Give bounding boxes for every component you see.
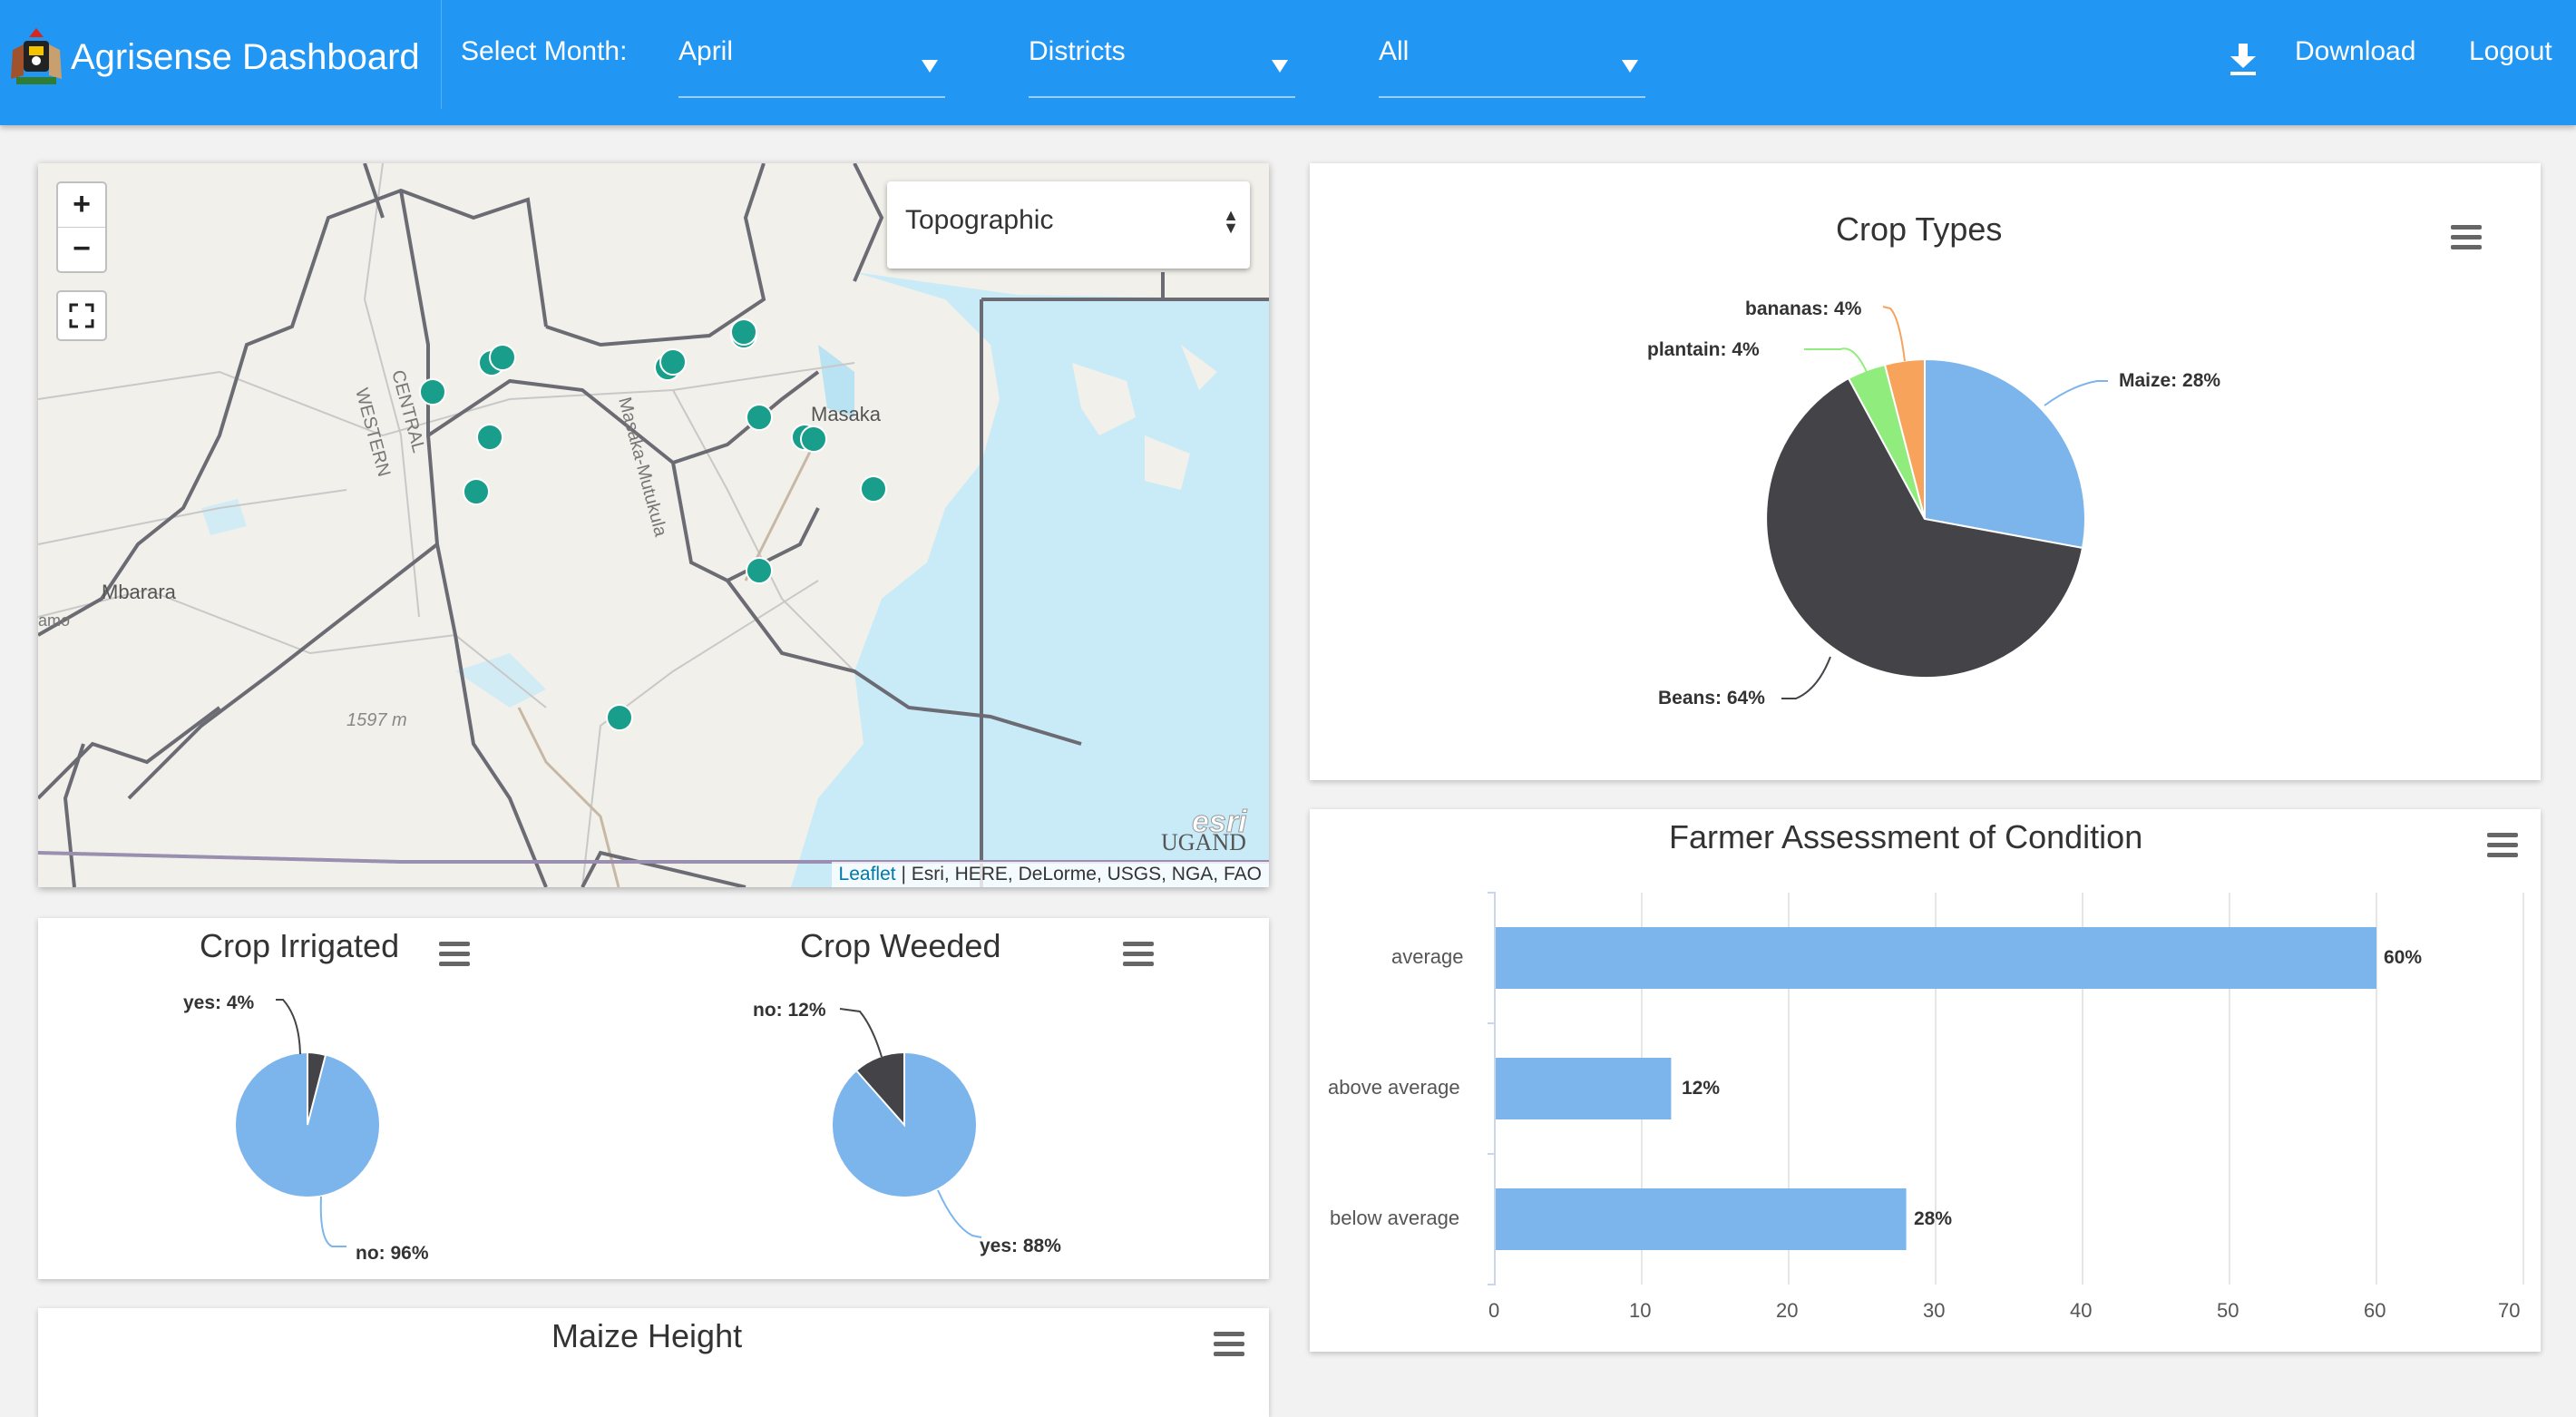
pie-label-irrigated-no: no: 96% <box>356 1243 429 1264</box>
bar-category-below-average: below average <box>1330 1207 1460 1229</box>
dropdown-arrow-icon <box>1622 60 1638 73</box>
map-canvas[interactable]: Masaka-Mutukula Masaka Mbarara amo 1597 … <box>38 163 1269 887</box>
basemap-layer-select[interactable]: Topographic ▲ ▼ <box>887 181 1250 269</box>
subdistrict-select-value: All <box>1379 36 1410 66</box>
x-tick-label: 30 <box>1923 1299 1946 1322</box>
pie-label-weeded-yes: yes: 88% <box>980 1236 1061 1256</box>
crop-types-card: Crop Types Maize: 28% Beans: 64% plantai… <box>1310 163 2541 780</box>
map-marker[interactable] <box>463 478 490 505</box>
bar-label-average: 60% <box>2384 947 2423 968</box>
fullscreen-icon <box>69 303 94 328</box>
pie-label-irrigated-yes: yes: 4% <box>183 992 255 1013</box>
map-label-amo: amo <box>38 611 70 630</box>
map-marker[interactable] <box>860 475 887 503</box>
month-label: Select Month: <box>461 36 628 66</box>
esri-logo: esri <box>1192 805 1248 839</box>
x-tick-label: 10 <box>1629 1299 1652 1322</box>
leaflet-link[interactable]: Leaflet <box>839 864 896 884</box>
bar-label-above-average: 12% <box>1682 1078 1721 1099</box>
dropdown-arrow-icon <box>1272 60 1288 73</box>
pie-label-plantain: plantain: 4% <box>1647 339 1760 360</box>
subdistrict-select[interactable]: All <box>1379 25 1645 98</box>
chart-menu-icon[interactable] <box>1214 1332 1244 1357</box>
map-marker[interactable] <box>476 424 503 451</box>
map-marker[interactable] <box>606 704 633 731</box>
bar-average[interactable] <box>1495 927 2376 989</box>
uganda-coat-of-arms-icon <box>11 28 62 84</box>
x-tick-label: 70 <box>2498 1299 2521 1322</box>
district-select-value: Districts <box>1029 36 1126 66</box>
pie-slice-maize[interactable] <box>1924 357 2086 550</box>
map-marker[interactable] <box>746 404 773 431</box>
pie-label-weeded-no: no: 12% <box>753 1000 826 1021</box>
bar-category-average: average <box>1391 945 1464 968</box>
district-select[interactable]: Districts <box>1029 25 1295 98</box>
dropdown-arrow-icon <box>922 60 938 73</box>
zoom-control: + − <box>56 181 107 273</box>
navbar-divider <box>441 0 442 109</box>
farmer-assessment-card: Farmer Assessment of Condition average a… <box>1310 809 2541 1352</box>
pie-label-maize: Maize: 28% <box>2119 370 2221 391</box>
maize-height-title: Maize Height <box>551 1317 743 1354</box>
bar-category-above-average: above average <box>1328 1076 1460 1099</box>
map-marker[interactable] <box>800 425 827 453</box>
irrigation-weeding-pies <box>234 999 982 1247</box>
pie-label-bananas: bananas: 4% <box>1745 298 1862 319</box>
bar-above-average[interactable] <box>1495 1058 1672 1119</box>
map-label-mbarara: Mbarara <box>102 581 177 603</box>
brand[interactable]: Agrisense Dashboard <box>0 16 420 98</box>
download-icon[interactable] <box>2228 40 2259 76</box>
x-tick-label: 40 <box>2070 1299 2093 1322</box>
map-marker[interactable] <box>489 344 516 371</box>
map-label-masaka: Masaka <box>811 403 882 425</box>
zoom-out-button[interactable]: − <box>58 228 105 271</box>
app-title: Agrisense Dashboard <box>71 36 420 77</box>
fullscreen-button[interactable] <box>56 290 107 341</box>
irrigation-weeding-card: Crop Irrigated Crop Weeded yes: 4% no: 9… <box>38 918 1269 1279</box>
farmer-assessment-bar-chart <box>1488 892 2524 1285</box>
logout-button[interactable]: Logout <box>2469 36 2552 67</box>
x-tick-label: 20 <box>1776 1299 1799 1322</box>
updown-arrows-icon: ▲ ▼ <box>1223 206 1239 237</box>
basemap-layer-value: Topographic <box>905 205 1054 235</box>
maize-height-card: Maize Height <box>38 1308 1269 1417</box>
map-label-elevation: 1597 m <box>346 710 407 730</box>
map-marker[interactable] <box>659 348 687 376</box>
bar-label-below-average: 28% <box>1914 1208 1953 1229</box>
bar-below-average[interactable] <box>1495 1188 1907 1250</box>
x-tick-label: 50 <box>2217 1299 2239 1322</box>
crop-types-pie <box>1765 306 2108 699</box>
pie-label-beans: Beans: 64% <box>1658 688 1765 708</box>
map-attribution: Leaflet | Esri, HERE, DeLorme, USGS, NGA… <box>831 862 1269 887</box>
attribution-text: | Esri, HERE, DeLorme, USGS, NGA, FAO <box>895 864 1262 884</box>
map-marker[interactable] <box>730 318 757 346</box>
x-tick-label: 60 <box>2364 1299 2386 1322</box>
map-marker[interactable] <box>419 378 446 406</box>
month-select[interactable]: April <box>678 25 945 98</box>
category-axis <box>1488 892 1496 1285</box>
download-button[interactable]: Download <box>2295 36 2415 67</box>
x-tick-label: 0 <box>1488 1299 1500 1322</box>
map-marker[interactable] <box>746 557 773 584</box>
month-select-value: April <box>678 36 734 66</box>
zoom-in-button[interactable]: + <box>58 183 105 228</box>
map-view[interactable]: Masaka-Mutukula Masaka Mbarara amo 1597 … <box>38 163 1269 887</box>
top-navbar: Agrisense Dashboard Select Month: April … <box>0 0 2576 125</box>
